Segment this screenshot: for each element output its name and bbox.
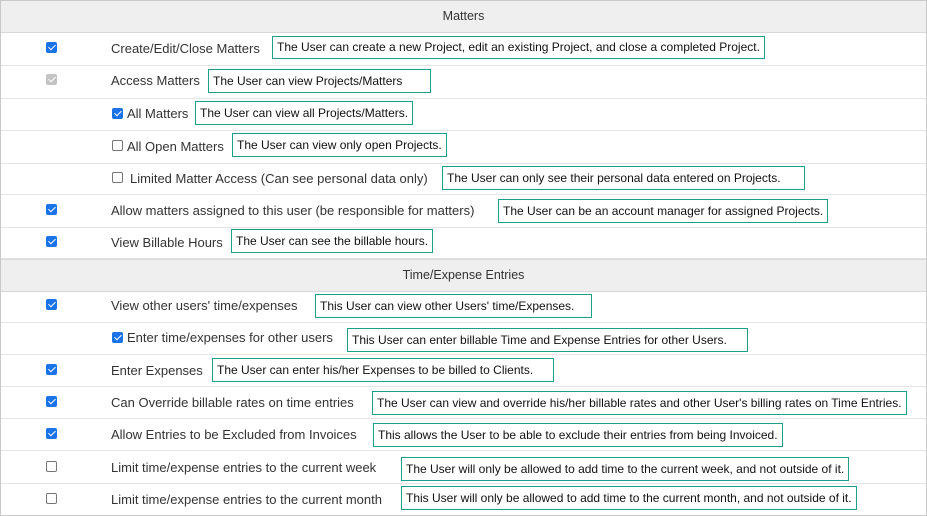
permission-label: View other users' time/expenses xyxy=(111,298,298,313)
permission-row-view-other-users-time: View other users' time/expenses This Use… xyxy=(1,291,926,323)
permission-label: All Matters xyxy=(127,106,189,121)
permission-row-limit-current-month: Limit time/expense entries to the curren… xyxy=(1,484,926,515)
permission-row-all-open-matters: All Open Matters The User can view only … xyxy=(1,131,926,164)
permission-label: Limit time/expense entries to the curren… xyxy=(111,460,377,475)
override-billable-rates-checkbox[interactable] xyxy=(46,396,57,407)
permission-label: Allow Entries to be Excluded from Invoic… xyxy=(111,427,357,442)
permission-description: The User can view Projects/Matters xyxy=(208,69,431,93)
permission-description: The User will only be allowed to add tim… xyxy=(401,457,850,481)
permission-label: Allow matters assigned to this user (be … xyxy=(111,203,475,218)
permission-row-view-billable-hours: View Billable Hours The User can see the… xyxy=(1,228,926,259)
permission-row-exclude-from-invoices: Allow Entries to be Excluded from Invoic… xyxy=(1,419,926,451)
view-other-users-time-checkbox[interactable] xyxy=(46,299,57,310)
permission-label: All Open Matters xyxy=(127,139,224,154)
permission-row-enter-expenses: Enter Expenses The User can enter his/he… xyxy=(1,355,926,387)
limited-matter-access-checkbox[interactable] xyxy=(112,172,123,183)
permission-row-limited-matter-access: Limited Matter Access (Can see personal … xyxy=(1,164,926,195)
permission-label: Limited Matter Access (Can see personal … xyxy=(130,171,428,186)
exclude-from-invoices-checkbox[interactable] xyxy=(46,428,57,439)
limit-current-month-checkbox[interactable] xyxy=(46,493,57,504)
permission-label: Enter time/expenses for other users xyxy=(127,330,333,345)
permission-label: Limit time/expense entries to the curren… xyxy=(111,492,382,507)
permission-label: Create/Edit/Close Matters xyxy=(111,41,260,56)
permission-label: Access Matters xyxy=(111,73,200,88)
permission-description: The User can view only open Projects. xyxy=(232,133,447,157)
allow-matters-assigned-checkbox[interactable] xyxy=(46,204,57,215)
all-matters-checkbox[interactable] xyxy=(112,108,123,119)
permission-description: The User can create a new Project, edit … xyxy=(272,36,765,59)
permission-row-access-matters: Access Matters The User can view Project… xyxy=(1,66,926,99)
permission-description: The User can enter his/her Expenses to b… xyxy=(212,358,554,382)
section-header-time-expense: Time/Expense Entries xyxy=(1,259,926,292)
permission-row-create-edit-close-matters: Create/Edit/Close Matters The User can c… xyxy=(1,33,926,66)
permission-description: The User can only see their personal dat… xyxy=(442,166,805,190)
permission-label: View Billable Hours xyxy=(111,235,223,250)
permission-description: This allows the User to be able to exclu… xyxy=(373,423,783,447)
all-open-matters-checkbox[interactable] xyxy=(112,140,123,151)
permission-description: The User can be an account manager for a… xyxy=(498,199,829,223)
permission-row-all-matters: All Matters The User can view all Projec… xyxy=(1,99,926,131)
permission-row-allow-matters-assigned: Allow matters assigned to this user (be … xyxy=(1,195,926,228)
section-title: Time/Expense Entries xyxy=(402,268,525,282)
enter-expenses-checkbox[interactable] xyxy=(46,364,57,375)
create-edit-close-matters-checkbox[interactable] xyxy=(46,42,57,53)
enter-time-for-other-users-checkbox[interactable] xyxy=(112,332,123,343)
permission-row-enter-time-for-other-users: Enter time/expenses for other users This… xyxy=(1,323,926,355)
access-matters-checkbox[interactable] xyxy=(46,74,57,85)
section-header-matters: Matters xyxy=(1,1,926,33)
permission-description: This User can view other Users' time/Exp… xyxy=(315,294,592,318)
permission-description: The User can see the billable hours. xyxy=(231,229,434,253)
view-billable-hours-checkbox[interactable] xyxy=(46,236,57,247)
permission-label: Enter Expenses xyxy=(111,363,203,378)
permission-row-limit-current-week: Limit time/expense entries to the curren… xyxy=(1,451,926,484)
permission-description: The User can view and override his/her b… xyxy=(372,391,907,415)
permission-label: Can Override billable rates on time entr… xyxy=(111,395,354,410)
permission-description: The User can view all Projects/Matters. xyxy=(195,101,414,125)
permission-row-override-billable-rates: Can Override billable rates on time entr… xyxy=(1,387,926,419)
limit-current-week-checkbox[interactable] xyxy=(46,461,57,472)
permission-description: This User will only be allowed to add ti… xyxy=(401,486,857,510)
permission-description: This User can enter billable Time and Ex… xyxy=(347,328,748,352)
permissions-panel: Matters Create/Edit/Close Matters The Us… xyxy=(0,0,927,516)
section-title: Matters xyxy=(442,9,485,23)
